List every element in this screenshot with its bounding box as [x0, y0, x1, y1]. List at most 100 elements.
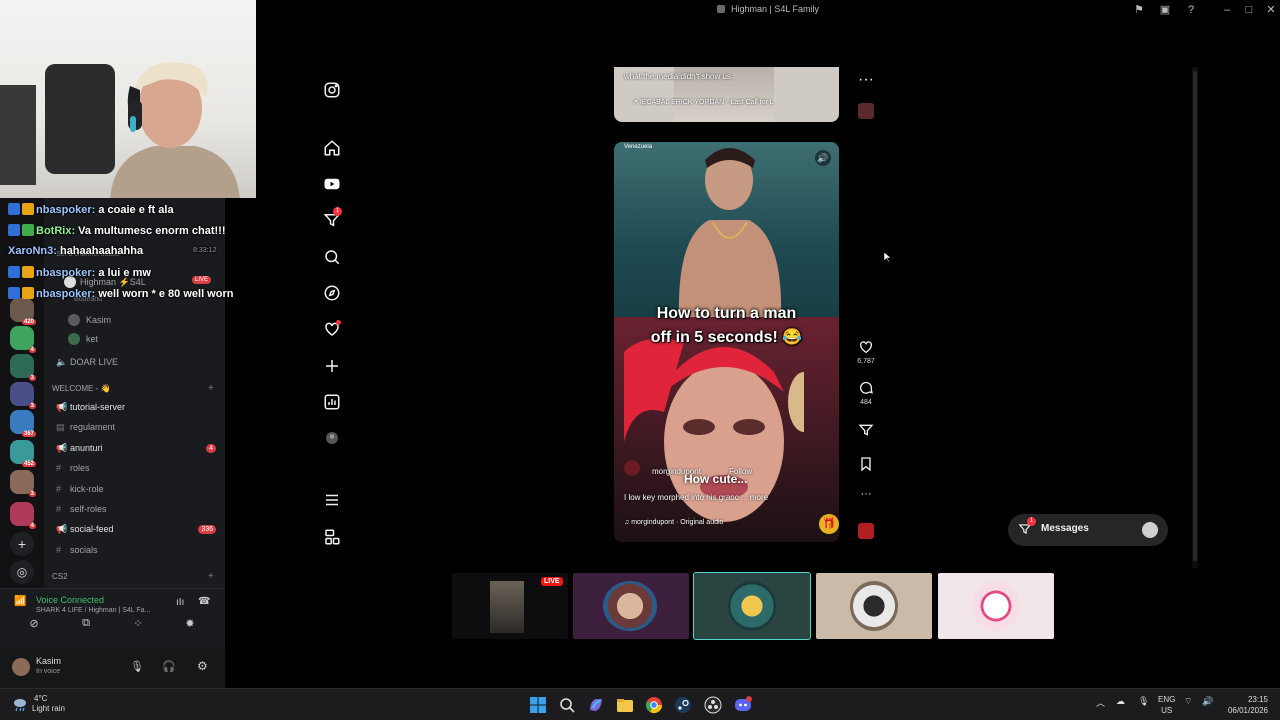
like-button[interactable]: 6,787: [856, 339, 876, 365]
channel-socials[interactable]: # socials: [56, 545, 98, 561]
instagram-logo-icon[interactable]: [323, 81, 341, 99]
like-heart-icon: [860, 341, 872, 354]
reel-overlay-text: How cute...: [684, 472, 748, 486]
scrollbar-thumb[interactable]: [1193, 71, 1197, 561]
minimize-icon[interactable]: –: [1220, 3, 1234, 17]
meta-apps-icon[interactable]: [323, 528, 341, 546]
explore-icon[interactable]: [323, 284, 341, 302]
server-icon-4[interactable]: 3: [10, 382, 36, 409]
menu-icon[interactable]: [323, 491, 341, 509]
weather-rain-icon: [14, 699, 26, 712]
messages-label: Messages: [1041, 523, 1089, 534]
unread-badge: 336: [198, 525, 216, 534]
cast-icon[interactable]: ▣: [1158, 3, 1172, 17]
stream-tile-3[interactable]: [693, 572, 811, 640]
channel-self-roles[interactable]: # self-roles: [56, 504, 107, 520]
save-bookmark-icon[interactable]: [856, 456, 876, 477]
channel-roles[interactable]: # roles: [56, 463, 90, 479]
channel-regulament[interactable]: ▤ regulament: [56, 422, 115, 438]
chrome-icon[interactable]: [645, 696, 663, 714]
reel-caption-line1: How to turn a man: [656, 305, 797, 322]
home-icon[interactable]: [323, 139, 341, 157]
flag-icon[interactable]: ⚑: [1132, 3, 1146, 17]
disconnect-icon[interactable]: ☎: [198, 596, 210, 607]
stream-tile-5[interactable]: [938, 573, 1054, 639]
category-welcome[interactable]: WELCOME - 👋 +: [52, 383, 214, 400]
tray-mic-icon[interactable]: 🎙: [1138, 696, 1149, 707]
noise-suppression-icon[interactable]: ıIı: [176, 597, 184, 608]
activity-heart-icon[interactable]: [323, 320, 341, 338]
volume-icon[interactable]: 🔊: [815, 150, 831, 166]
server-icon-3[interactable]: 3: [10, 354, 36, 381]
settings-gear-icon[interactable]: ⚙: [197, 659, 208, 673]
server-icon-8[interactable]: 4: [10, 502, 36, 529]
previous-more-icon[interactable]: ···: [856, 71, 876, 89]
dashboard-icon[interactable]: [323, 393, 341, 411]
obs-icon[interactable]: [704, 696, 722, 714]
discord-icon[interactable]: [734, 696, 752, 714]
user-name[interactable]: Kasim: [36, 656, 61, 666]
previous-reel[interactable]: what the media didn't show us ↗ IECABAL …: [614, 67, 839, 122]
soundboard-icon[interactable]: ✸: [172, 617, 208, 631]
stream-tile-4[interactable]: [816, 573, 932, 639]
voice-member-ket[interactable]: ket: [68, 333, 98, 349]
comment-button[interactable]: 484: [856, 380, 876, 406]
gift-icon[interactable]: 🎁: [819, 514, 839, 534]
screen-share-icon[interactable]: ⧉: [68, 617, 104, 631]
reel-description[interactable]: I low key morphed into his granc ... mor…: [624, 493, 768, 502]
add-server-icon[interactable]: +: [10, 532, 34, 556]
windows-start-icon[interactable]: [529, 696, 547, 714]
headphones-icon[interactable]: 🎧: [162, 660, 176, 673]
channel-tutorial-server[interactable]: 📢 tutorial-server: [56, 402, 125, 418]
channel-anunturi[interactable]: 📢 anunturi 4: [56, 443, 216, 459]
youtube-icon[interactable]: [323, 175, 341, 193]
server-icon-6[interactable]: 452: [10, 440, 36, 467]
steam-icon[interactable]: [674, 696, 692, 714]
share-icon[interactable]: [856, 422, 876, 443]
copilot-icon[interactable]: [587, 696, 605, 714]
maximize-icon[interactable]: □: [1242, 3, 1256, 17]
previous-audio-thumb[interactable]: [858, 103, 874, 119]
messages-button[interactable]: 1 Messages: [1008, 514, 1168, 546]
server-icon-1[interactable]: 420: [10, 298, 36, 325]
current-reel[interactable]: How to turn a man off in 5 seconds! 😂 Ve…: [614, 142, 839, 542]
help-icon[interactable]: ?: [1184, 3, 1198, 17]
notifications-icon[interactable]: 1: [323, 207, 342, 229]
voice-channel[interactable]: SHARK 4 LIFE / Highman | S4L Fa...: [36, 607, 150, 614]
server-icon-2[interactable]: 4: [10, 326, 36, 353]
taskbar-search-icon[interactable]: [558, 696, 576, 714]
volume-tray-icon[interactable]: 🔊: [1202, 696, 1213, 707]
profile-avatar-icon[interactable]: [323, 429, 341, 447]
server-icon-5[interactable]: 367: [10, 410, 36, 437]
search-icon[interactable]: [323, 248, 341, 266]
author-avatar[interactable]: [624, 460, 640, 476]
add-channel-icon[interactable]: +: [208, 571, 214, 582]
stream-tile-1[interactable]: LIVE: [452, 573, 568, 639]
stream-tile-2[interactable]: [573, 573, 689, 639]
create-icon[interactable]: [323, 357, 341, 375]
channel-social-feed[interactable]: 📢 social-feed 336: [56, 524, 216, 540]
voice-member-kasim[interactable]: Kasim: [68, 314, 111, 330]
user-avatar[interactable]: [12, 658, 30, 676]
category-cs2[interactable]: CS2 +: [52, 571, 214, 588]
hash-icon: #: [56, 545, 62, 555]
activities-icon[interactable]: ⁘: [120, 617, 156, 631]
tray-chevron-icon[interactable]: ︿: [1096, 696, 1105, 709]
server-icon-7[interactable]: 3: [10, 470, 36, 497]
scrollbar[interactable]: [1192, 67, 1198, 568]
audio-thumb[interactable]: [858, 523, 874, 539]
channel-doar-live[interactable]: 🔈 DOAR LIVE: [56, 357, 118, 373]
language-indicator[interactable]: ENG US: [1158, 694, 1175, 716]
tray-app-icon[interactable]: ☁: [1116, 696, 1125, 707]
channel-kick-role[interactable]: # kick-role: [56, 484, 104, 500]
file-explorer-icon[interactable]: [616, 696, 634, 714]
more-options-icon[interactable]: ···: [856, 488, 876, 500]
add-channel-icon[interactable]: +: [208, 383, 214, 394]
wifi-icon[interactable]: ⌔: [1184, 696, 1192, 707]
close-icon[interactable]: ✕: [1264, 3, 1278, 17]
discover-icon[interactable]: ◎: [10, 560, 34, 584]
system-clock[interactable]: 23:15 06/01/2026: [1228, 694, 1268, 716]
camera-off-icon[interactable]: ⊘: [16, 617, 52, 631]
microphone-icon[interactable]: 🎙: [130, 660, 144, 673]
unread-badge: 4: [206, 444, 216, 453]
